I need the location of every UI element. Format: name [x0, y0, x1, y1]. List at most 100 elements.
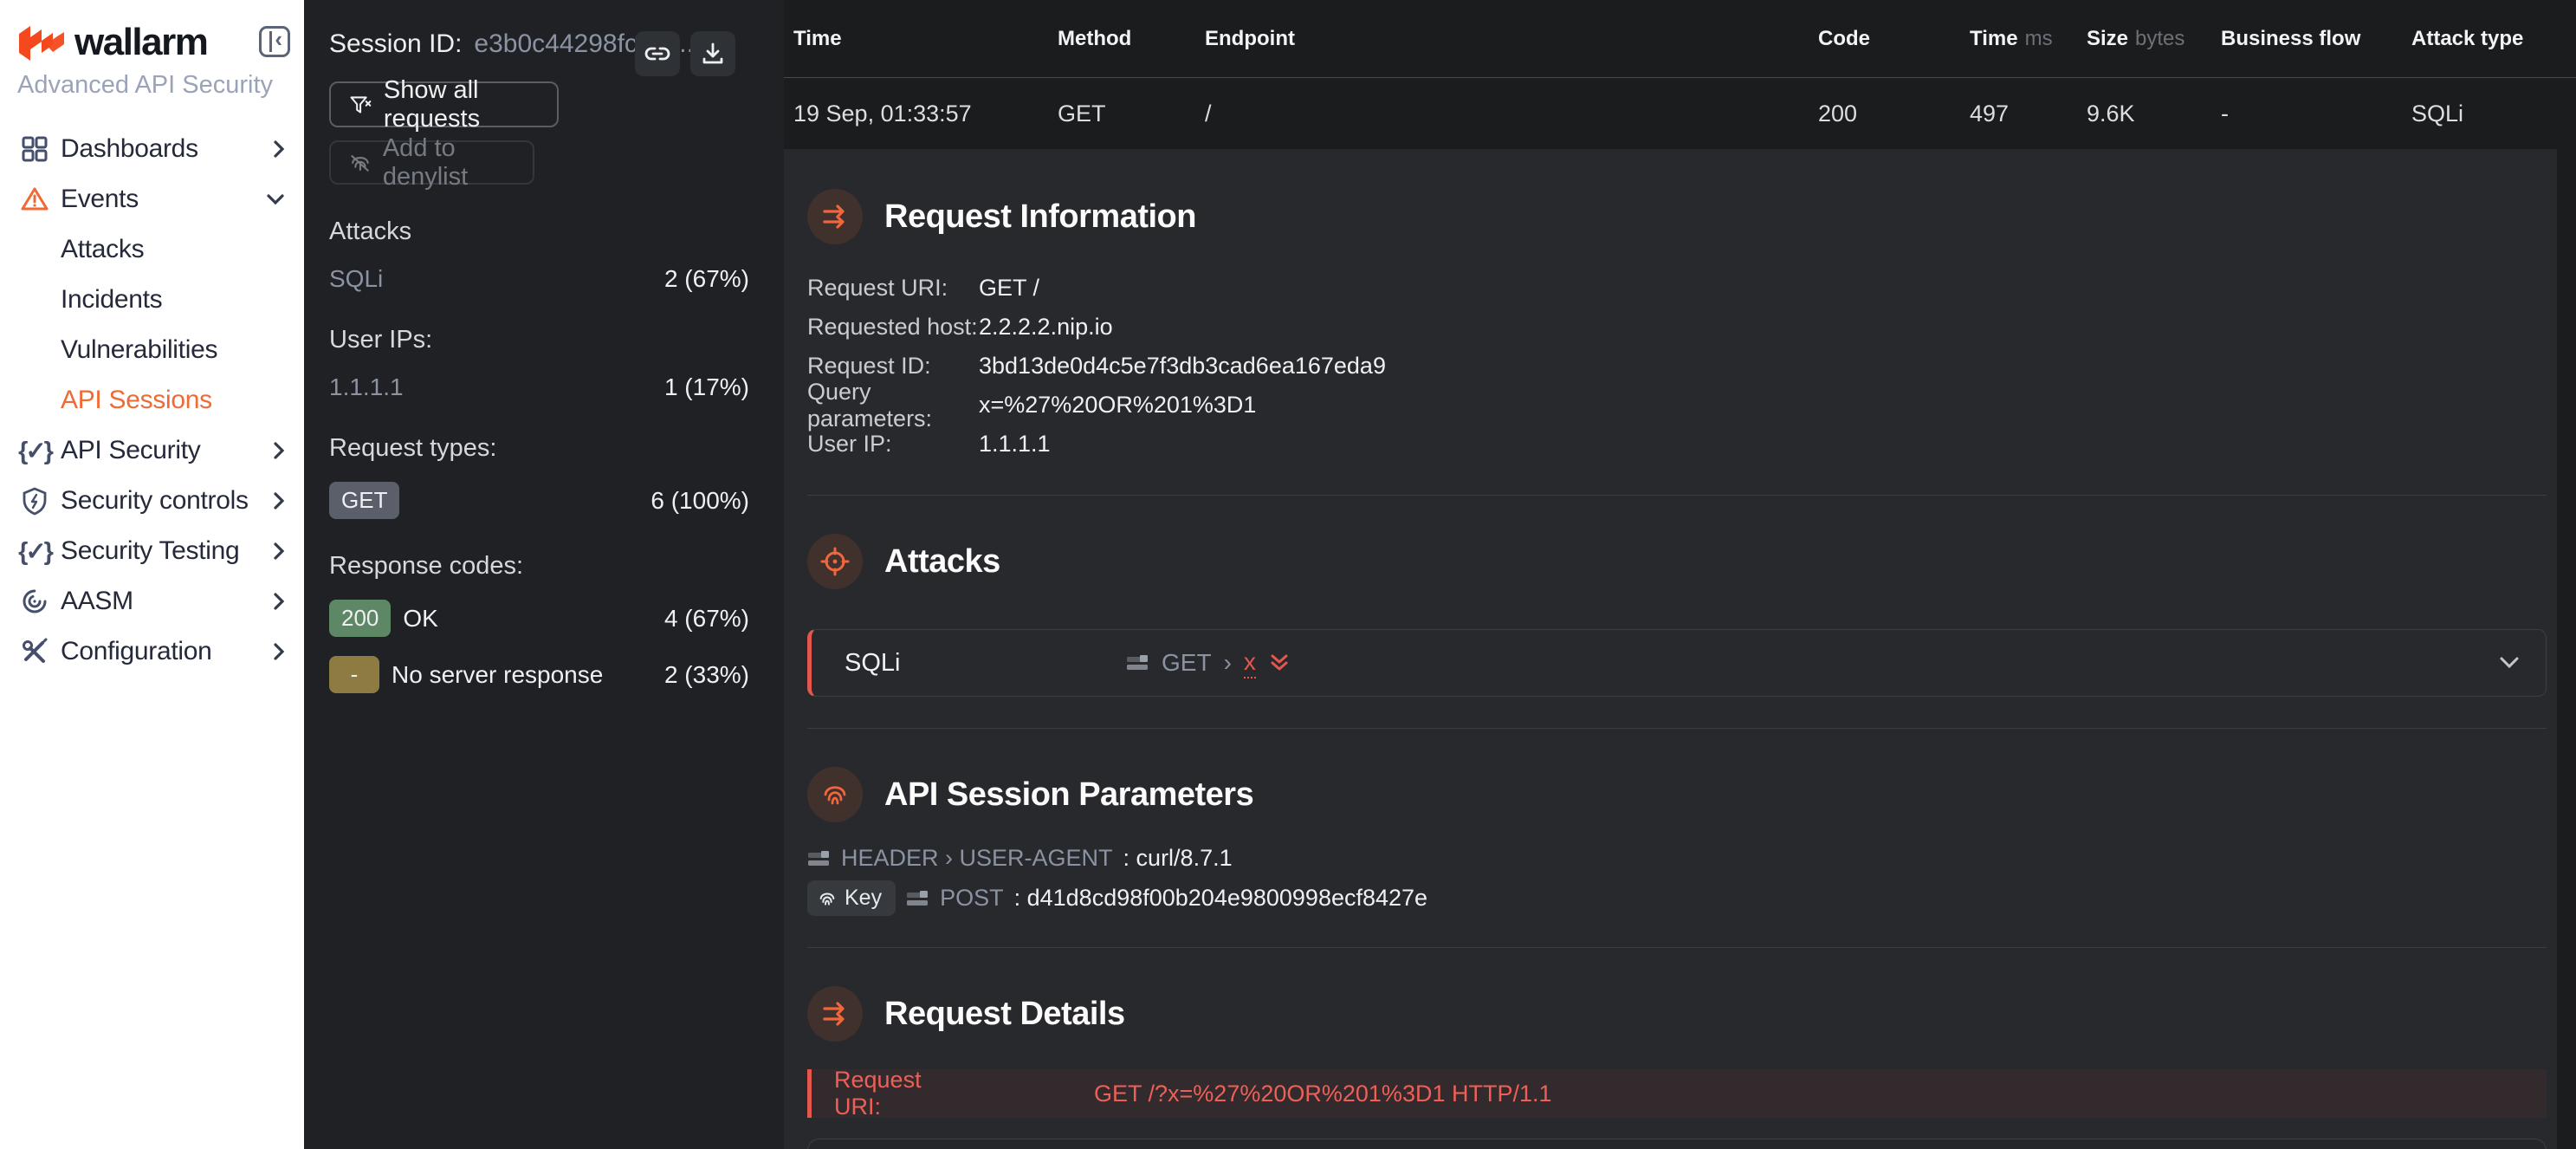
parameter-value: : d41d8cd98f00b204e9800998ecf8427e [1014, 885, 1427, 912]
api-session-parameters-header: API Session Parameters [807, 767, 2547, 822]
status-code-desc: No server response [392, 661, 603, 689]
chevron-right-icon [273, 140, 285, 159]
sidebar-item-label: API Sessions [61, 386, 212, 415]
status-code-count: 4 (67%) [664, 605, 749, 633]
param-location-icon [807, 850, 831, 867]
request-type-count: 6 (100%) [650, 487, 749, 515]
sidebar-item-label: Vulnerabilities [61, 335, 217, 365]
download-button[interactable] [690, 31, 735, 76]
section-divider [807, 495, 2547, 496]
request-arrows-icon [807, 986, 863, 1042]
sidebar-item-label: Configuration [61, 637, 212, 666]
sidebar-item-label: API Security [61, 436, 200, 465]
response-code-row: - No server response 2 (33%) [329, 656, 749, 693]
malicious-request-uri-row: Request URI: GET /?x=%27%20OR%201%3D1 HT… [807, 1069, 2547, 1118]
kv-row: User IP: 1.1.1.1 [807, 425, 2547, 464]
download-icon [700, 41, 726, 67]
link-icon [644, 41, 670, 67]
cell-time-ms: 497 [1970, 101, 2087, 127]
sidebar-item-label: Security Testing [61, 536, 239, 566]
fingerprint-icon [818, 890, 837, 907]
status-code-count: 2 (33%) [664, 661, 749, 689]
parameter-path: POST [940, 885, 1004, 912]
chevron-right-icon [273, 441, 285, 460]
request-uri-label: Request URI: [834, 1067, 940, 1120]
session-id-label: Session ID: [329, 29, 462, 59]
request-headers-toggle[interactable]: Request Headers 12 [808, 1139, 2546, 1149]
sidebar-item-label: Events [61, 185, 139, 214]
orbit-rings-icon [19, 587, 50, 615]
col-business-flow: Business flow [2221, 27, 2411, 51]
warning-triangle-icon [19, 185, 50, 213]
attack-detail-row[interactable]: SQLi GET › x [807, 629, 2547, 697]
col-endpoint: Endpoint [1205, 27, 1818, 51]
status-code-badge: 200 [329, 600, 391, 637]
attack-count: 2 (67%) [664, 265, 749, 293]
session-parameter-line: Key POST : d41d8cd98f00b204e9800998ecf84… [807, 880, 2547, 916]
cell-business-flow: - [2221, 101, 2411, 127]
chevron-down-icon [2499, 657, 2520, 669]
sidebar-item-incidents[interactable]: Incidents [0, 275, 304, 325]
section-divider [807, 947, 2547, 948]
shield-icon [19, 486, 50, 516]
main-content: Time Method Endpoint Code Timems Sizebyt… [784, 0, 2576, 1149]
sidebar-item-security-testing[interactable]: {✓} Security Testing [0, 526, 304, 576]
attacks-stat-label: Attacks [329, 217, 749, 246]
braces-check-icon: {✓} [19, 536, 50, 567]
attack-type-label: SQLi [845, 649, 1126, 678]
sidebar-item-label: Dashboards [61, 134, 198, 164]
cell-size: 9.6K [2087, 101, 2221, 127]
request-headers-panel: Request Headers 12 [807, 1139, 2547, 1149]
param-location-icon [906, 890, 929, 907]
sidebar-item-label: Security controls [61, 486, 249, 516]
status-code-desc: OK [403, 605, 437, 633]
show-all-requests-button[interactable]: Show all requests [329, 81, 559, 127]
section-title: Attacks [884, 543, 1000, 581]
add-to-denylist-button[interactable]: Add to denylist [329, 140, 534, 185]
sidebar-item-security-controls[interactable]: Security controls [0, 476, 304, 526]
request-uri-value: GET /?x=%27%20OR%201%3D1 HTTP/1.1 [1094, 1081, 1552, 1107]
sidebar-item-dashboards[interactable]: Dashboards [0, 124, 304, 174]
col-time-ms: Timems [1970, 27, 2087, 51]
response-code-row: 200 OK 4 (67%) [329, 600, 749, 637]
request-table-row[interactable]: 19 Sep, 01:33:57 GET / 200 497 9.6K - SQ… [784, 78, 2576, 149]
attack-name: SQLi [329, 265, 383, 293]
attack-parameter-path: GET › x [1126, 648, 1291, 678]
sidebar-item-aasm[interactable]: AASM [0, 576, 304, 626]
requests-table-header: Time Method Endpoint Code Timems Sizebyt… [784, 0, 2576, 78]
section-title: Request Information [884, 198, 1196, 236]
expand-attack-chevron[interactable] [2499, 657, 2520, 669]
cell-time: 19 Sep, 01:33:57 [793, 101, 1058, 127]
sidebar-item-api-security[interactable]: {✓} API Security [0, 425, 304, 476]
sidebar-item-vulnerabilities[interactable]: Vulnerabilities [0, 325, 304, 375]
cell-attack-type: SQLi [2411, 101, 2576, 127]
col-code: Code [1818, 27, 1970, 51]
kv-row: Request ID: 3bd13de0d4c5e7f3db3cad6ea167… [807, 347, 2547, 386]
sidebar-item-attacks[interactable]: Attacks [0, 224, 304, 275]
param-location-icon [1126, 654, 1149, 672]
copy-link-button[interactable] [635, 31, 680, 76]
attack-parameter[interactable]: x [1244, 648, 1256, 678]
col-attack-type: Attack type [2411, 27, 2576, 51]
chevron-right-icon [273, 491, 285, 510]
grid-icon [19, 135, 50, 163]
col-size: Sizebytes [2087, 27, 2221, 51]
attacks-section-header: Attacks [807, 534, 2547, 589]
request-type-row: GET 6 (100%) [329, 482, 749, 519]
sidebar-item-label: Attacks [61, 235, 144, 264]
brand-name: wallarm [74, 21, 207, 64]
user-ip-row: 1.1.1.1 1 (17%) [329, 373, 749, 401]
request-detail-panel: Request Information Request URI: GET / R… [784, 149, 2557, 1149]
sidebar-collapse-button[interactable] [259, 26, 290, 57]
kv-row: Query parameters: x=%27%20OR%201%3D1 [807, 386, 2547, 425]
logo-row: wallarm [0, 0, 304, 64]
sidebar-item-api-sessions[interactable]: API Sessions [0, 375, 304, 425]
cell-method: GET [1058, 101, 1205, 127]
col-time: Time [793, 27, 1058, 51]
request-information-rows: Request URI: GET / Requested host: 2.2.2… [807, 269, 2547, 464]
filter-x-icon [350, 93, 372, 117]
sidebar-item-events[interactable]: Events [0, 174, 304, 224]
sidebar-item-configuration[interactable]: Configuration [0, 626, 304, 677]
user-ips-label: User IPs: [329, 326, 749, 354]
chevron-right-icon [273, 592, 285, 611]
